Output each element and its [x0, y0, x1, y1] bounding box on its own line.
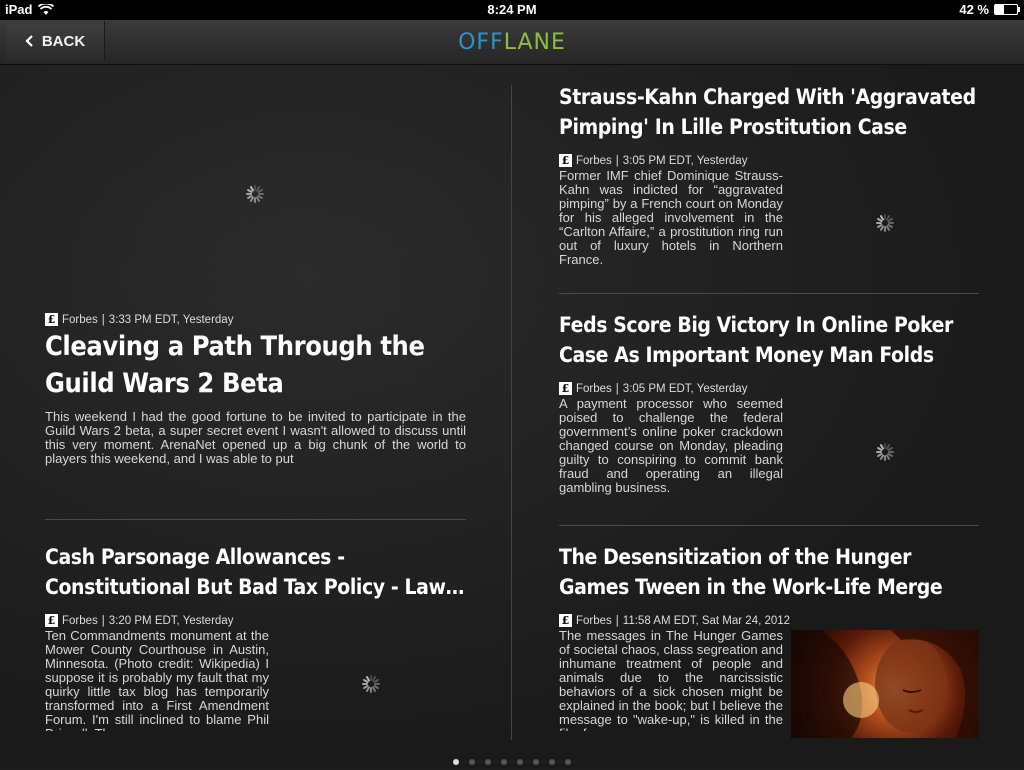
- source-logo-icon: £: [45, 614, 58, 627]
- battery-icon: [994, 4, 1020, 15]
- loading-spinner-icon: [245, 184, 265, 204]
- source-logo-icon: £: [559, 382, 572, 395]
- article-thumbnail-image[interactable]: [791, 630, 979, 738]
- divider: [45, 519, 466, 520]
- page-dot[interactable]: [565, 759, 571, 765]
- article-time: 11:58 AM EDT, Sat Mar 24, 2012: [622, 614, 791, 627]
- article-meta: £ Forbes | 3:05 PM EDT, Yesterday: [559, 382, 979, 395]
- article-source: Forbes: [576, 614, 612, 627]
- clock: 8:24 PM: [487, 2, 537, 17]
- article-title: Cash Parsonage Allowances - Constitution…: [45, 545, 465, 599]
- loading-spinner-icon: [875, 442, 895, 462]
- page-dot[interactable]: [549, 759, 555, 765]
- article-summary: The messages in The Hunger Games of soci…: [559, 629, 783, 731]
- article-title: Strauss-Kahn Charged With 'Aggravated Pi…: [559, 85, 976, 139]
- page-dot[interactable]: [453, 759, 459, 765]
- article-source: Forbes: [62, 313, 98, 326]
- article-title: Feds Score Big Victory In Online Poker C…: [559, 313, 953, 367]
- page-dot[interactable]: [517, 759, 523, 765]
- article-meta: £ Forbes | 3:05 PM EDT, Yesterday: [559, 154, 979, 167]
- article-source: Forbes: [62, 614, 98, 627]
- divider: [559, 525, 979, 526]
- logo-part-lane: LANE: [503, 30, 566, 55]
- article-meta: £ Forbes | 3:33 PM EDT, Yesterday: [45, 313, 466, 326]
- nav-bar: BACK OFFLANE: [0, 20, 1024, 65]
- article-time: 3:05 PM EDT, Yesterday: [622, 154, 748, 167]
- column-divider: [511, 85, 512, 740]
- article-title: The Desensitization of the Hunger Games …: [559, 545, 943, 599]
- spinner-segment: [884, 226, 886, 232]
- article-card[interactable]: Cash Parsonage Allowances - Constitution…: [45, 542, 466, 731]
- spinner-segment: [370, 687, 372, 693]
- article-source: Forbes: [576, 154, 612, 167]
- article-card[interactable]: £ Forbes | 3:33 PM EDT, Yesterday Cleavi…: [45, 307, 466, 466]
- status-bar: iPad 8:24 PM 42 %: [0, 0, 1024, 20]
- source-logo-icon: £: [45, 313, 58, 326]
- article-summary: This weekend I had the good fortune to b…: [45, 410, 466, 466]
- loading-spinner-icon: [361, 674, 381, 694]
- article-summary: Ten Commandments monument at the Mower C…: [45, 629, 269, 731]
- spinner-segment: [884, 455, 886, 461]
- divider: [559, 293, 979, 294]
- battery-percent: 42 %: [959, 2, 989, 17]
- thumbnail-art: [791, 630, 979, 738]
- article-summary: A payment processor who seemed poised to…: [559, 397, 783, 495]
- article-source: Forbes: [576, 382, 612, 395]
- loading-spinner-icon: [875, 213, 895, 233]
- logo-part-off: OFF: [458, 30, 504, 55]
- app-logo: OFFLANE: [0, 30, 1024, 55]
- spinner-segment: [254, 197, 256, 203]
- article-card[interactable]: Strauss-Kahn Charged With 'Aggravated Pi…: [559, 82, 979, 267]
- article-summary: Former IMF chief Dominique Strauss-Kahn …: [559, 169, 783, 267]
- article-time: 3:33 PM EDT, Yesterday: [108, 313, 234, 326]
- page-dot[interactable]: [533, 759, 539, 765]
- page-dot[interactable]: [501, 759, 507, 765]
- article-time: 3:05 PM EDT, Yesterday: [622, 382, 748, 395]
- page-dot[interactable]: [469, 759, 475, 765]
- article-time: 3:20 PM EDT, Yesterday: [108, 614, 234, 627]
- page-indicator[interactable]: [0, 752, 1024, 770]
- source-logo-icon: £: [559, 614, 572, 627]
- article-meta: £ Forbes | 11:58 AM EDT, Sat Mar 24, 201…: [559, 614, 979, 627]
- source-logo-icon: £: [559, 154, 572, 167]
- page-dot[interactable]: [485, 759, 491, 765]
- article-title: Cleaving a Path Through the Guild Wars 2…: [45, 331, 425, 399]
- article-meta: £ Forbes | 3:20 PM EDT, Yesterday: [45, 614, 466, 627]
- article-card[interactable]: Feds Score Big Victory In Online Poker C…: [559, 310, 979, 495]
- article-grid: £ Forbes | 3:33 PM EDT, Yesterday Cleavi…: [0, 65, 1024, 768]
